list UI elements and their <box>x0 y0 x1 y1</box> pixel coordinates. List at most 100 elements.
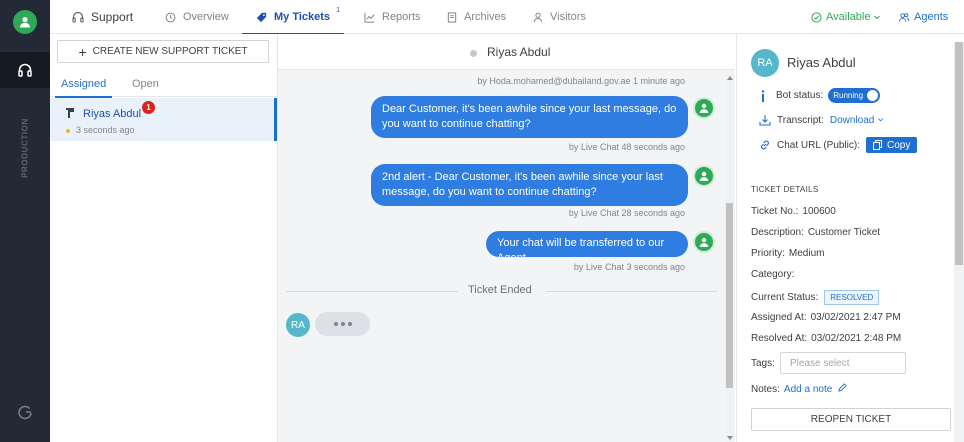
resolved-at-row: Resolved At: 03/02/2021 2:48 PM <box>751 333 901 344</box>
tab-visitors-label: Visitors <box>550 11 586 23</box>
chat-header: Riyas Abdul <box>278 34 735 70</box>
ticket-details-panel: RA Riyas Abdul Bot status: Running Trans… <box>736 34 964 442</box>
plus-icon: + <box>78 43 87 60</box>
tab-my-tickets[interactable]: My Tickets 1 <box>241 0 345 35</box>
download-transcript-link[interactable]: Download <box>830 115 890 126</box>
ticket-ended-label: Ticket Ended <box>468 284 532 296</box>
unread-badge: 1 <box>142 101 155 114</box>
link-icon <box>761 140 769 150</box>
ticket-timestamp: 3 seconds ago <box>76 125 135 135</box>
status-row: Current Status: RESOLVED <box>751 290 880 305</box>
category-row: Category: <box>751 269 794 280</box>
field-label: Current Status: <box>751 292 819 303</box>
add-note-label: Add a note <box>783 384 833 395</box>
customer-name: Riyas Abdul <box>787 55 856 70</box>
tab-my-tickets-count: 1 <box>336 7 341 14</box>
tags-select[interactable]: Please select <box>780 352 906 374</box>
status-badge: RESOLVED <box>824 290 880 305</box>
environment-label: PRODUCTION <box>20 118 30 178</box>
details-scrollbar[interactable] <box>954 42 964 442</box>
tab-visitors[interactable]: Visitors <box>533 0 586 34</box>
message-bubble: Dear Customer, it's been awhile since yo… <box>371 96 688 138</box>
copy-icon <box>873 140 882 150</box>
field-label: Category: <box>751 269 795 280</box>
bot-avatar-icon <box>693 231 715 253</box>
info-icon <box>761 89 765 102</box>
message-bubble: 2nd alert - Dear Customer, it's been awh… <box>371 164 688 206</box>
message-meta: by Live Chat 48 seconds ago <box>568 142 685 152</box>
tab-reports[interactable]: Reports <box>364 0 421 34</box>
top-navigation: Support Overview My Tickets 1 Reports Ar… <box>50 0 964 35</box>
ticket-number: 100600 <box>802 206 836 217</box>
notes-label: Notes: <box>751 383 780 395</box>
message-meta: by Live Chat 3 seconds ago <box>573 262 685 272</box>
availability-dropdown[interactable]: Available <box>811 0 881 34</box>
chat-scrollbar[interactable] <box>725 74 734 442</box>
field-label: Priority: <box>751 248 785 259</box>
tab-archives-label: Archives <box>464 11 507 23</box>
create-ticket-button[interactable]: + CREATE NEW SUPPORT TICKET <box>57 40 269 63</box>
subtab-assigned[interactable]: Assigned <box>54 78 113 98</box>
assigned-at-row: Assigned At: 03/02/2021 2:47 PM <box>751 312 901 323</box>
clock-icon <box>165 12 176 22</box>
agents-label: Agents <box>914 11 949 23</box>
bot-status-toggle[interactable]: Running <box>828 88 881 103</box>
ticket-ended-divider: Ticket Ended <box>286 284 717 298</box>
field-label: Description: <box>751 227 804 238</box>
availability-label: Available <box>826 11 871 23</box>
copy-label: Copy <box>887 139 911 151</box>
tab-overview-label: Overview <box>183 11 229 23</box>
tab-support-label: Support <box>91 10 134 24</box>
check-circle-icon <box>811 11 822 23</box>
transcript-row: Transcript: Download <box>759 114 890 126</box>
reopen-ticket-button[interactable]: REOPEN TICKET <box>751 408 951 431</box>
customer-avatar: RA <box>751 49 779 77</box>
presence-dot <box>470 50 477 57</box>
chat-panel: Riyas Abdul by Hoda.mohamed@dubailand.go… <box>278 34 735 442</box>
create-ticket-label: CREATE NEW SUPPORT TICKET <box>92 46 248 57</box>
add-note-link[interactable]: Add a note <box>784 383 847 395</box>
assigned-at-value: 03/02/2021 2:47 PM <box>810 312 901 323</box>
message-meta: by Hoda.mohamed@dubailand.gov.ae 1 minut… <box>477 76 685 86</box>
agents-link[interactable]: Agents <box>898 0 948 34</box>
priority-value: Medium <box>788 248 825 259</box>
ticket-subtabs: Assigned Open <box>50 73 277 98</box>
left-rail: PRODUCTION <box>0 0 50 442</box>
app-logo-icon[interactable] <box>13 10 37 34</box>
priority-row: Priority: Medium <box>751 248 824 259</box>
download-icon <box>759 115 771 126</box>
bot-avatar-icon <box>693 165 715 187</box>
ticket-list-panel: + CREATE NEW SUPPORT TICKET Assigned Ope… <box>50 34 278 442</box>
description-row: Description: Customer Ticket <box>751 227 880 238</box>
user-icon <box>533 12 543 22</box>
typing-indicator <box>315 312 370 336</box>
message-meta: by Live Chat 28 seconds ago <box>568 208 685 218</box>
tab-my-tickets-label: My Tickets <box>274 11 331 23</box>
chat-channel-icon <box>66 108 74 118</box>
resolved-at-value: 03/02/2021 2:48 PM <box>811 333 902 344</box>
field-label: Assigned At: <box>751 312 807 323</box>
agents-icon <box>898 12 910 22</box>
support-nav-icon[interactable] <box>0 52 50 88</box>
copy-url-button[interactable]: Copy <box>866 137 918 153</box>
tab-overview[interactable]: Overview <box>165 0 229 34</box>
download-label: Download <box>829 114 875 126</box>
bot-status-value: Running <box>833 91 864 100</box>
tab-support[interactable]: Support <box>72 0 133 34</box>
field-label: Resolved At: <box>751 333 808 344</box>
ticket-customer-name: Riyas Abdul <box>83 108 142 120</box>
logout-icon[interactable] <box>17 404 33 420</box>
tab-archives[interactable]: Archives <box>447 0 506 34</box>
chat-url-row: Chat URL (Public): Copy <box>759 137 918 153</box>
message-bubble: Your chat will be transferred to our Age… <box>486 231 688 264</box>
description-value: Customer Ticket <box>807 227 881 238</box>
ticket-list-item[interactable]: Riyas Abdul 1 3 seconds ago <box>50 98 277 141</box>
subtab-open[interactable]: Open <box>132 78 159 90</box>
transcript-label: Transcript: <box>777 114 824 126</box>
headset-icon <box>72 11 84 23</box>
chevron-down-icon <box>874 15 881 20</box>
chart-icon <box>364 12 375 23</box>
bot-status-row: Bot status: Running <box>759 88 881 103</box>
chevron-down-icon <box>878 117 884 121</box>
tab-reports-label: Reports <box>382 11 421 23</box>
